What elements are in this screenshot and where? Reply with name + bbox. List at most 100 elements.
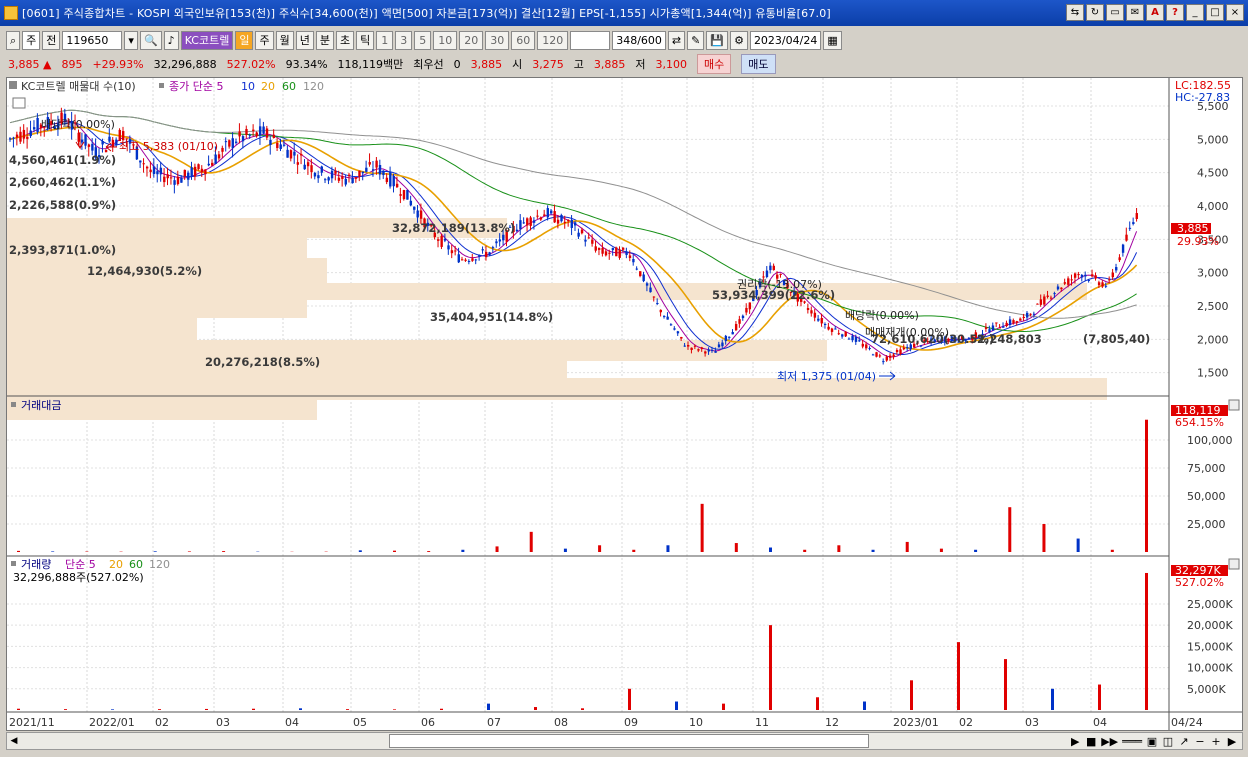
code-search-icon[interactable]: ⌕ <box>6 30 21 50</box>
interval-30-button[interactable]: 30 <box>485 30 510 50</box>
minimize-button[interactable]: _ <box>1186 4 1204 21</box>
trend-icon[interactable]: ↗ <box>1178 735 1190 748</box>
period-second-button[interactable]: 초 <box>335 30 355 50</box>
candle-body <box>536 215 539 217</box>
amount-bar <box>803 549 807 552</box>
search-icon[interactable]: 🔍 <box>139 30 162 50</box>
candle-body <box>32 127 36 130</box>
scroll-right-icon[interactable]: ▶ <box>1226 735 1238 748</box>
candle-body <box>1046 295 1049 297</box>
x-axis-label: 02 <box>155 716 169 729</box>
candle-body <box>211 162 214 166</box>
maximize-button[interactable]: □ <box>1206 4 1224 21</box>
font-icon[interactable]: A <box>1146 4 1164 21</box>
candle-body <box>156 171 159 175</box>
candle-body <box>546 208 550 218</box>
close-button[interactable]: × <box>1226 4 1244 21</box>
prev-button[interactable]: 전 <box>42 30 61 50</box>
volume-bar <box>863 701 866 710</box>
mail-icon[interactable]: ✉ <box>1126 4 1144 21</box>
candle-body <box>707 349 710 352</box>
candle-body <box>231 138 234 148</box>
refresh-icon[interactable]: ↻ <box>1086 4 1104 21</box>
chart-area[interactable]: KC코트렐 매물대 수(10) 종가 단순 5 10 20 60 120 4,5… <box>6 77 1243 731</box>
candle-body <box>984 327 988 329</box>
candle-body <box>200 168 204 173</box>
candle-body <box>1032 313 1036 315</box>
candle-body <box>519 220 522 230</box>
calendar-icon[interactable]: ▦ <box>823 30 842 50</box>
period-year-button[interactable]: 년 <box>295 30 314 50</box>
amount-bar <box>632 549 636 552</box>
chart-tools: ▶ ■ ▶▶ ═══ ▣ ◫ ↗ − + ▶ <box>1069 733 1238 749</box>
window-icon[interactable]: ▭ <box>1106 4 1124 21</box>
sell-button[interactable]: 매도 <box>741 54 776 74</box>
code-dropdown-icon[interactable]: ▾ <box>124 30 138 50</box>
stop-icon[interactable]: ■ <box>1085 735 1097 748</box>
amount-bar <box>769 547 772 552</box>
ruler-icon[interactable]: ═══ <box>1122 735 1142 748</box>
candle-body <box>217 154 221 159</box>
volume-bar <box>393 709 396 710</box>
scrollbar[interactable]: ◀ ▶ ■ ▶▶ ═══ ▣ ◫ ↗ − + ▶ <box>6 732 1243 750</box>
period-month-button[interactable]: 월 <box>275 30 294 50</box>
scroll-left-icon[interactable]: ◀ <box>7 734 21 748</box>
price-legend: KC코트렐 매물대 수(10) 종가 단순 5 10 20 60 120 <box>9 80 324 93</box>
legend-ma120: 120 <box>303 80 324 93</box>
annotation-dividend2: 배당락(0.00%) <box>845 309 919 322</box>
link-icon[interactable]: ⇆ <box>1066 4 1084 21</box>
amount-bar <box>871 549 875 552</box>
chart-svg[interactable]: KC코트렐 매물대 수(10) 종가 단순 5 10 20 60 120 4,5… <box>7 78 1242 730</box>
interval-60-button[interactable]: 60 <box>511 30 536 50</box>
candle-body <box>666 316 669 320</box>
candle-body <box>1060 287 1063 290</box>
amount-bar <box>1042 524 1046 552</box>
buy-button[interactable]: 매수 <box>697 54 732 74</box>
interval-120-button[interactable]: 120 <box>537 30 569 50</box>
period-day-button[interactable]: 일 <box>235 30 254 50</box>
settings-icon[interactable]: ⚙ <box>730 30 748 50</box>
candle-body <box>823 324 827 326</box>
help-icon[interactable]: ? <box>1166 4 1184 21</box>
save-icon[interactable]: 💾 <box>706 30 729 50</box>
x-axis-label: 05 <box>353 716 367 729</box>
candle-body <box>765 270 769 278</box>
period-tick-button[interactable]: 틱 <box>356 30 375 50</box>
candle-body <box>169 177 173 179</box>
scroll-thumb[interactable] <box>389 734 869 748</box>
code-input[interactable]: 119650 <box>62 30 123 50</box>
annotation-resume: 매매재개(0.00%) <box>865 326 949 339</box>
split-icon[interactable]: ◫ <box>1162 735 1174 748</box>
window-title: [0601] 주식종합차트 - KOSPI 외국인보유[153(천)] 주식수[… <box>22 7 831 20</box>
period-minute-button[interactable]: 분 <box>315 30 334 50</box>
interval-10-button[interactable]: 10 <box>433 30 458 50</box>
chart-type-icon[interactable]: ⇄ <box>667 30 686 50</box>
candle-body <box>282 144 286 146</box>
zoom-out-icon[interactable]: − <box>1194 735 1206 748</box>
fast-forward-icon[interactable]: ▶▶ <box>1101 735 1118 748</box>
date-input[interactable]: 2023/04/24 <box>749 30 822 50</box>
draw-tool-icon[interactable]: ✎ <box>687 30 705 50</box>
candle-body <box>659 309 663 313</box>
candle-body <box>224 141 228 143</box>
candle-body <box>553 211 556 223</box>
interval-1-button[interactable]: 1 <box>376 30 394 50</box>
candle-body <box>317 175 320 179</box>
candle-body <box>348 174 351 177</box>
candle-body <box>587 237 591 239</box>
interval-input[interactable] <box>570 30 611 50</box>
speaker-icon[interactable]: ♪ <box>163 30 179 50</box>
candle-body <box>495 241 498 244</box>
candle-body <box>197 164 200 170</box>
interval-5-button[interactable]: 5 <box>414 30 432 50</box>
count-input[interactable]: 348/600 <box>612 30 666 50</box>
layout-icon[interactable]: ▣ <box>1146 735 1158 748</box>
candle-body <box>1039 299 1043 305</box>
period-week-button[interactable]: 주 <box>255 30 274 50</box>
zoom-in-icon[interactable]: + <box>1210 735 1222 748</box>
interval-20-button[interactable]: 20 <box>459 30 484 50</box>
interval-3-button[interactable]: 3 <box>395 30 413 50</box>
candle-body <box>817 318 820 321</box>
market-select[interactable]: 주 <box>22 30 41 50</box>
play-icon[interactable]: ▶ <box>1069 735 1081 748</box>
